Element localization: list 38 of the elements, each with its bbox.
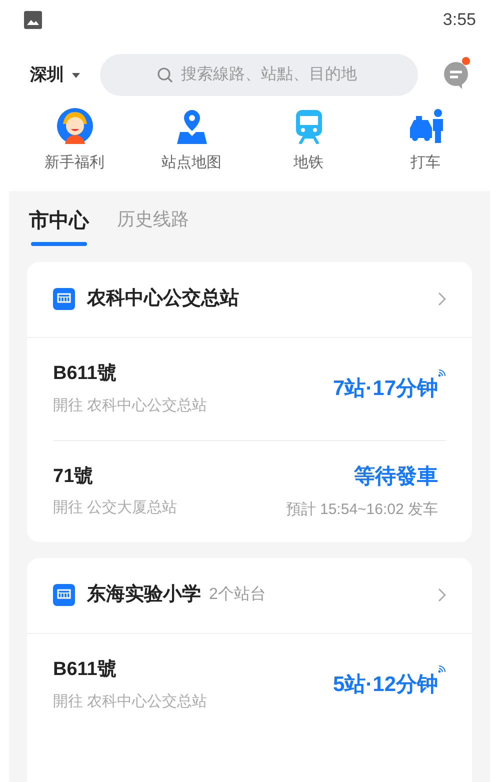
train-icon bbox=[294, 108, 324, 144]
message-icon[interactable] bbox=[442, 61, 470, 89]
shortcut-button[interactable]: 新手福利 bbox=[30, 108, 120, 174]
chevron-right-icon bbox=[438, 588, 446, 602]
arrival-status: 5站·12分钟 bbox=[332, 672, 438, 698]
chevron-right-icon bbox=[438, 292, 446, 306]
map-pin-icon bbox=[176, 108, 208, 144]
girl-avatar-icon bbox=[56, 108, 92, 144]
station-name: 农科中心公交总站 bbox=[87, 286, 239, 311]
departure-schedule: 預計 15:54~16:02 发车 bbox=[286, 500, 438, 520]
city-selector[interactable]: 深圳 bbox=[30, 62, 80, 88]
clock: 3:55 bbox=[442, 9, 476, 32]
route-row[interactable]: B611號 開往 农科中心公交总站 7站·17分钟 bbox=[53, 338, 446, 440]
caret-icon bbox=[72, 72, 80, 78]
search-input[interactable]: 搜索線路、站點、目的地 bbox=[181, 63, 361, 87]
bus-stop-icon bbox=[53, 288, 75, 310]
arrival-status: 等待發車 bbox=[354, 464, 438, 490]
search-icon bbox=[157, 67, 173, 83]
station-header[interactable]: 农科中心公交总站 bbox=[27, 262, 472, 338]
arrival-status: 7站·17分钟 bbox=[332, 376, 438, 402]
route-direction: 開往 公交大厦总站 bbox=[53, 498, 178, 518]
platform-count: 2个站台 bbox=[209, 584, 266, 605]
station-name: 东海实验小学 bbox=[87, 582, 201, 607]
route-number: 71號 bbox=[53, 464, 94, 488]
shortcut-button[interactable]: 站点地图 bbox=[146, 108, 236, 174]
route-row[interactable]: B611號 開往 农科中心公交总站 5站·12分钟 bbox=[53, 634, 446, 736]
search-field[interactable]: 搜索線路、站點、目的地 bbox=[100, 54, 418, 96]
route-direction: 開往 农科中心公交总站 bbox=[53, 692, 208, 712]
bus-stop-icon bbox=[53, 584, 75, 606]
route-direction: 開往 农科中心公交总站 bbox=[53, 396, 208, 416]
tab[interactable]: 市中心 bbox=[29, 206, 89, 246]
route-row[interactable]: 71號 開往 公交大厦总站 等待發車 預計 15:54~16:02 发车 bbox=[53, 440, 446, 542]
route-number: B611號 bbox=[53, 658, 118, 682]
station-header[interactable]: 东海实验小学 2个站台 bbox=[27, 558, 472, 634]
shortcut-button[interactable]: 打车 bbox=[380, 108, 470, 174]
route-number: B611號 bbox=[53, 362, 118, 386]
image-icon bbox=[24, 11, 42, 29]
shortcut-button[interactable]: 地铁 bbox=[264, 108, 354, 174]
